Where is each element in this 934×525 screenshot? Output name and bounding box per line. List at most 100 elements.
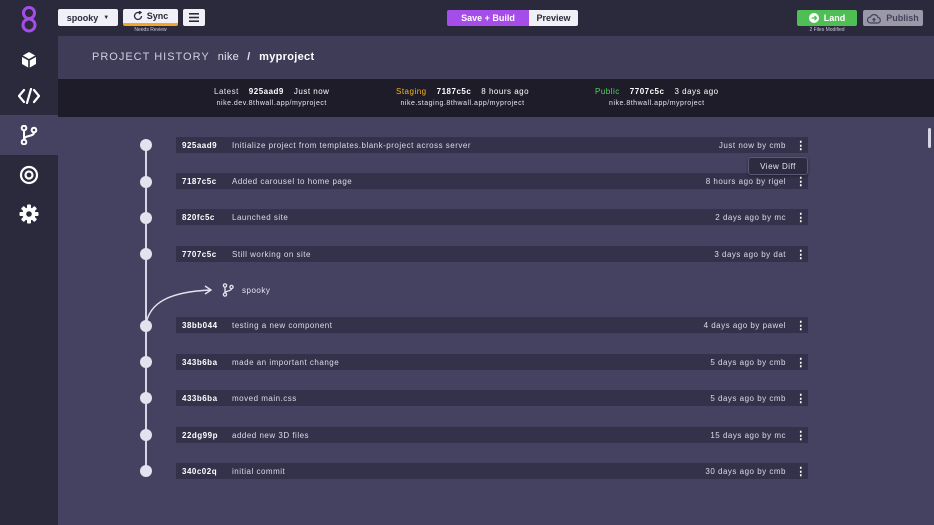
publish-button[interactable]: Publish: [863, 10, 923, 26]
commit-message: Initialize project from templates.blank-…: [232, 140, 472, 150]
land-label: Land: [823, 13, 846, 23]
kebab-menu-icon[interactable]: ⋮: [794, 246, 808, 262]
cloud-upload-icon: [867, 13, 882, 24]
commit-meta: 2 days ago by mc: [715, 212, 786, 222]
timeline-node: [140, 212, 152, 224]
commit-message: Added carousel to home page: [232, 176, 353, 186]
commit-row[interactable]: 7707c5c Still working on site 3 days ago…: [176, 246, 808, 262]
sidebar: [0, 0, 58, 525]
code-icon: [18, 88, 40, 104]
commit-row[interactable]: 433b6ba moved main.css 5 days ago by cmb…: [176, 390, 808, 406]
env-label: Staging: [396, 87, 427, 96]
commit-hash: 7707c5c: [182, 249, 217, 259]
commit-hash: 433b6ba: [182, 393, 218, 403]
sync-icon: [133, 11, 142, 21]
caret-down-icon: ▼: [103, 14, 110, 21]
commit-message: added new 3D files: [232, 430, 310, 440]
env-staging: Staging 7187c5c 8 hours ago nike.staging…: [396, 87, 529, 107]
commit-meta: 15 days ago by mc: [710, 430, 786, 440]
kebab-menu-icon[interactable]: ⋮: [794, 354, 808, 370]
env-hash[interactable]: 925aad9: [249, 87, 284, 96]
commit-message: initial commit: [232, 466, 286, 476]
land-arrow-icon: [808, 13, 819, 23]
publish-label: Publish: [886, 13, 919, 23]
sidebar-item-code[interactable]: [0, 76, 58, 116]
kebab-menu-icon[interactable]: ⋮: [794, 463, 808, 479]
env-latest: Latest 925aad9 Just now nike.dev.8thwall…: [214, 87, 329, 107]
commit-meta: 3 days ago by dat: [714, 249, 786, 259]
env-url[interactable]: nike.staging.8thwall.app/myproject: [396, 100, 529, 107]
8thwall-logo-icon[interactable]: [0, 0, 58, 38]
kebab-menu-icon[interactable]: ⋮: [794, 390, 808, 406]
commit-meta: 5 days ago by cmb: [710, 357, 786, 367]
commit-hash: 820fc5c: [182, 212, 215, 222]
preview-button[interactable]: Preview: [529, 10, 578, 26]
sync-group: Sync Needs Review: [123, 9, 178, 33]
target-icon: [19, 165, 39, 185]
env-url[interactable]: nike.8thwall.app/myproject: [595, 100, 719, 107]
env-time: Just now: [293, 87, 330, 96]
topbar-left-controls: spooky ▼ Sync Needs Review: [58, 9, 205, 33]
breadcrumb-org[interactable]: nike: [218, 51, 239, 63]
env-time: 3 days ago: [674, 87, 719, 96]
branch-icon: [222, 283, 234, 297]
timeline-node: [140, 176, 152, 188]
commit-row[interactable]: 22dg99p added new 3D files 15 days ago b…: [176, 427, 808, 443]
commit-row[interactable]: 340c02q initial commit 30 days ago by cm…: [176, 463, 808, 479]
kebab-menu-icon[interactable]: ⋮: [794, 427, 808, 443]
commit-hash: 925aad9: [182, 140, 218, 150]
land-button[interactable]: Land: [797, 10, 857, 26]
sidebar-item-settings[interactable]: [0, 194, 58, 234]
view-diff-menu-item[interactable]: View Diff: [748, 157, 808, 175]
timeline-node: [140, 465, 152, 477]
commit-message: testing a new component: [232, 320, 333, 330]
commit-meta: Just now by cmb: [718, 140, 786, 150]
environments-bar: Latest 925aad9 Just now nike.dev.8thwall…: [58, 79, 934, 117]
branch-marker[interactable]: spooky: [222, 283, 270, 297]
scrollbar-thumb[interactable]: [928, 128, 931, 148]
commit-row[interactable]: 38bb044 testing a new component 4 days a…: [176, 317, 808, 333]
timeline-node: [140, 248, 152, 260]
commit-hash: 340c02q: [182, 466, 218, 476]
land-status: 2 Files Modified: [809, 27, 845, 33]
branch-select[interactable]: spooky ▼: [58, 9, 118, 26]
env-hash[interactable]: 7707c5c: [630, 87, 665, 96]
menu-button[interactable]: [183, 9, 205, 26]
kebab-menu-icon[interactable]: ⋮: [794, 173, 808, 189]
hamburger-icon: [189, 13, 199, 22]
sidebar-item-targets[interactable]: [0, 155, 58, 195]
breadcrumb-project: myproject: [259, 51, 315, 63]
breadcrumb-separator: /: [247, 51, 252, 63]
commit-hash: 22dg99p: [182, 430, 218, 440]
commit-row[interactable]: 820fc5c Launched site 2 days ago by mc ⋮: [176, 209, 808, 225]
kebab-menu-icon[interactable]: ⋮: [794, 137, 808, 153]
env-time: 8 hours ago: [481, 87, 530, 96]
commit-meta: 4 days ago by pawel: [703, 320, 786, 330]
build-controls: Save + Build Preview: [447, 10, 578, 26]
page-title: PROJECT HISTORY: [92, 51, 210, 63]
sidebar-item-assets[interactable]: [0, 40, 58, 80]
env-public: Public 7707c5c 3 days ago nike.8thwall.a…: [595, 87, 719, 107]
branch-select-label: spooky: [66, 12, 99, 23]
commit-row[interactable]: 925aad9 Initialize project from template…: [176, 137, 808, 153]
env-url[interactable]: nike.dev.8thwall.app/myproject: [214, 100, 329, 107]
timeline-node: [140, 392, 152, 404]
commit-row[interactable]: 343b6ba made an important change 5 days …: [176, 354, 808, 370]
kebab-menu-icon[interactable]: ⋮: [794, 317, 808, 333]
page-header: PROJECT HISTORY nike / myproject: [58, 36, 934, 79]
env-label: Latest: [214, 87, 239, 96]
sync-label: Sync: [146, 11, 169, 21]
save-build-button[interactable]: Save + Build: [447, 10, 529, 26]
kebab-menu-icon[interactable]: ⋮: [794, 209, 808, 225]
env-label: Public: [595, 87, 620, 96]
sidebar-item-history[interactable]: [0, 115, 58, 155]
commit-row[interactable]: 7187c5c Added carousel to home page 8 ho…: [176, 173, 808, 189]
cube-icon: [21, 52, 37, 68]
timeline-node: [140, 429, 152, 441]
branch-icon: [20, 125, 38, 145]
commit-meta: 30 days ago by cmb: [705, 466, 786, 476]
sync-button[interactable]: Sync: [123, 9, 178, 26]
gear-icon: [19, 204, 39, 224]
env-hash[interactable]: 7187c5c: [437, 87, 472, 96]
commit-message: moved main.css: [232, 393, 297, 403]
